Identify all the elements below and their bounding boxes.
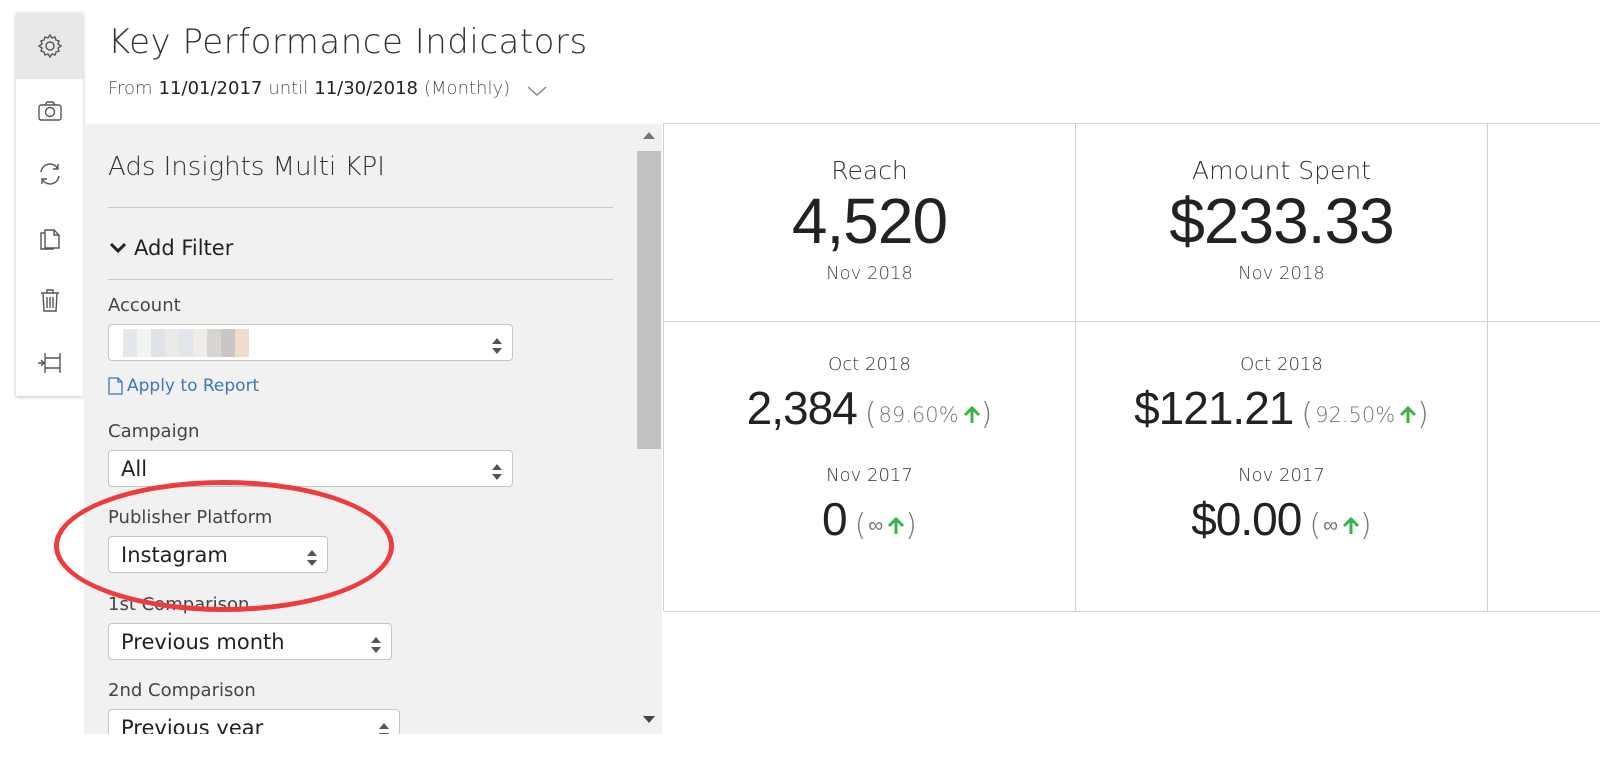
resize-tool[interactable]: [16, 331, 83, 394]
comparison-period: Oct 2018: [1240, 354, 1323, 375]
scroll-down-arrow-icon[interactable]: [643, 716, 655, 723]
first-comparison-label: 1st Comparison: [108, 594, 250, 615]
comparison-percent: 92.50%: [1315, 402, 1396, 427]
kpi-value: $233.33: [1169, 185, 1394, 257]
campaign-select[interactable]: All: [108, 450, 513, 487]
add-filter-toggle[interactable]: Add Filter: [108, 236, 233, 260]
kpi-comparisons-reach: Oct 2018 2,384 (89.60% ) Nov 2017 0 (∞ ): [664, 322, 1076, 612]
comparison-change: (∞ ): [1309, 508, 1372, 543]
comparison-row: 2,384 (89.60% ): [664, 381, 1075, 435]
comparison-percent: 89.60%: [878, 402, 959, 427]
select-arrows-icon: [492, 461, 502, 480]
start-date: 11/01/2017: [158, 78, 263, 99]
comparison-value: $121.21: [1134, 382, 1294, 434]
scroll-up-arrow-icon[interactable]: [643, 132, 655, 139]
kpi-grid: Reach 4,520 Nov 2018 Amount Spent $233.3…: [663, 123, 1600, 612]
kpi-name: Reach: [831, 156, 908, 185]
panel-scrollbar[interactable]: [636, 124, 662, 734]
chevron-down-icon: [109, 242, 127, 254]
duplicate-tool[interactable]: [16, 205, 83, 268]
panel-title: Ads Insights Multi KPI: [108, 152, 385, 182]
kpi-period: Nov 2018: [826, 263, 913, 284]
document-icon: [108, 377, 123, 395]
account-value-redacted: [123, 328, 249, 357]
kpi-period: Nov 2018: [1238, 263, 1325, 284]
comparison-percent: ∞: [1323, 513, 1339, 537]
end-date: 11/30/2018: [314, 78, 418, 99]
arrow-up-icon: [1399, 405, 1417, 425]
gear-icon: [37, 33, 62, 59]
kpi-card-reach: Reach 4,520 Nov 2018: [664, 124, 1076, 322]
campaign-label: Campaign: [108, 421, 200, 442]
arrow-up-icon: [963, 405, 981, 425]
kpi-value: 4,520: [791, 185, 948, 257]
scrollbar-thumb[interactable]: [637, 151, 661, 449]
kpi-comparisons-amount-spent: Oct 2018 $121.21 (92.50% ) Nov 2017 $0.0…: [1076, 322, 1488, 612]
settings-panel: Ads Insights Multi KPI Add Filter Accoun…: [84, 124, 662, 734]
kpi-card-amount-spent: Amount Spent $233.33 Nov 2018: [1076, 124, 1488, 322]
comparison-value: 0: [821, 493, 848, 545]
trash-icon: [40, 288, 59, 312]
first-comparison-value: Previous month: [121, 629, 285, 654]
comparison-period: Oct 2018: [828, 354, 911, 375]
comparison-row: 0 (∞ ): [664, 492, 1075, 546]
apply-to-report-link[interactable]: Apply to Report: [108, 376, 259, 396]
select-arrows-icon: [379, 720, 389, 734]
left-toolbar: [16, 13, 83, 396]
snapshot-tool[interactable]: [16, 79, 83, 142]
settings-tool[interactable]: [16, 13, 83, 79]
comparison-period: Nov 2017: [1238, 465, 1325, 486]
refresh-tool[interactable]: [16, 142, 83, 205]
kpi-name: Amount Spent: [1192, 156, 1371, 185]
kpi-card-partial: [1488, 124, 1600, 322]
date-range-selector[interactable]: From 11/01/2017 until 11/30/2018 (Monthl…: [108, 78, 548, 99]
apply-to-report-label: Apply to Report: [127, 376, 260, 396]
comparison-period: Nov 2017: [826, 465, 913, 486]
publisher-platform-value: Instagram: [121, 542, 228, 567]
comparison-value: $0.00: [1191, 493, 1302, 545]
publisher-platform-select[interactable]: Instagram: [108, 536, 328, 573]
first-comparison-select[interactable]: Previous month: [108, 623, 392, 660]
arrow-up-icon: [1342, 516, 1360, 536]
add-filter-label: Add Filter: [134, 236, 234, 260]
comparison-value: 2,384: [746, 382, 858, 434]
comparison-change: (92.50% ): [1301, 397, 1429, 432]
until-label: until: [268, 78, 309, 99]
divider: [108, 207, 613, 208]
refresh-icon: [39, 162, 60, 185]
comparison-percent: ∞: [868, 513, 884, 537]
second-comparison-value: Previous year: [121, 715, 264, 735]
second-comparison-select[interactable]: Previous year: [108, 709, 400, 734]
comparison-change: (89.60% ): [864, 397, 993, 432]
divider: [108, 279, 613, 280]
second-comparison-label: 2nd Comparison: [108, 680, 256, 701]
account-select[interactable]: [108, 324, 513, 361]
from-label: From: [108, 78, 153, 99]
select-arrows-icon: [307, 547, 317, 566]
interval-label: (Monthly): [424, 78, 511, 99]
chevron-down-icon[interactable]: [526, 82, 548, 96]
copy-icon: [39, 228, 60, 250]
page-title: Key Performance Indicators: [108, 22, 588, 62]
comparison-row: $121.21 (92.50% ): [1076, 381, 1487, 435]
select-arrows-icon: [371, 634, 381, 653]
select-arrows-icon: [492, 335, 502, 354]
campaign-value: All: [121, 456, 148, 481]
delete-tool[interactable]: [16, 268, 83, 331]
comparison-row: $0.00 (∞ ): [1076, 492, 1487, 546]
resize-icon: [37, 352, 61, 373]
comparison-change: (∞ ): [854, 508, 917, 543]
arrow-up-icon: [887, 516, 905, 536]
camera-icon: [37, 100, 62, 121]
kpi-comparisons-partial: [1488, 322, 1600, 612]
publisher-platform-label: Publisher Platform: [108, 507, 273, 528]
account-label: Account: [108, 295, 181, 316]
